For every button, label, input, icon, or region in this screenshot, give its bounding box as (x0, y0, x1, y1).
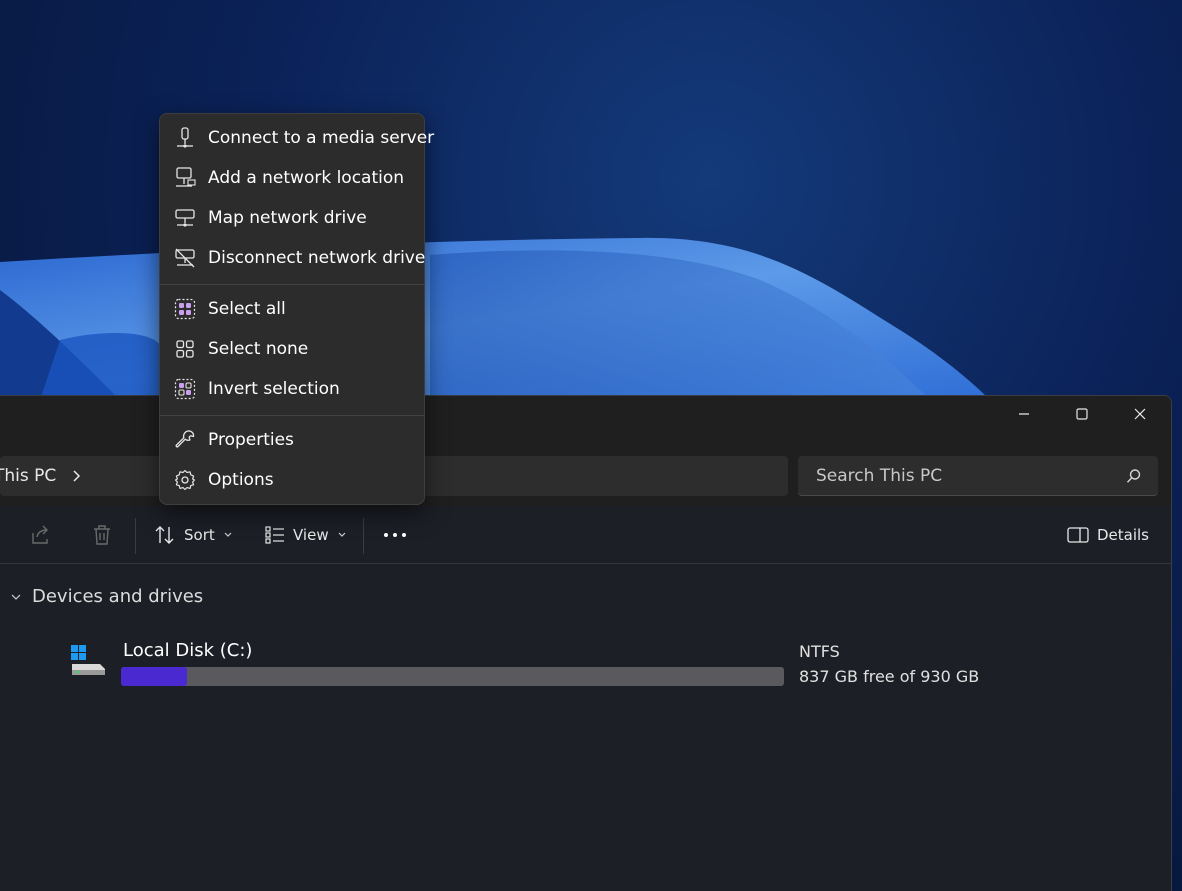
menu-item-label: Connect to a media server (208, 128, 435, 148)
maximize-button[interactable] (1053, 396, 1111, 432)
map-drive-icon (175, 209, 195, 227)
menu-item-add-network-location[interactable]: Add a network location (164, 160, 422, 196)
menu-item-select-none[interactable]: Select none (164, 331, 422, 367)
gear-icon (174, 469, 196, 491)
group-header-devices[interactable]: Devices and drives (10, 586, 203, 607)
toolbar-divider (135, 518, 136, 554)
chevron-down-icon (338, 532, 346, 537)
command-bar: Sort View Details (0, 506, 1171, 564)
share-icon (32, 525, 48, 544)
menu-item-label: Select all (208, 299, 286, 319)
sort-button[interactable]: Sort (154, 506, 233, 564)
trash-icon (94, 525, 110, 545)
view-button[interactable]: View (265, 506, 347, 564)
breadcrumb-this-pc[interactable]: This PC (0, 466, 56, 486)
see-more-menu: Connect to a media server Add a network … (159, 113, 434, 505)
chevron-down-icon (224, 532, 232, 537)
media-server-icon (177, 127, 193, 148)
menu-item-label: Select none (208, 339, 309, 359)
drive-usage-fill (121, 667, 188, 686)
windows-drive-icon[interactable] (70, 644, 106, 676)
maximize-icon (1076, 408, 1088, 420)
minimize-button[interactable] (995, 396, 1053, 432)
menu-separator (160, 284, 424, 285)
toolbar-divider (363, 518, 364, 554)
close-button[interactable] (1111, 396, 1169, 432)
menu-item-connect-media-server[interactable]: Connect to a media server (164, 120, 434, 156)
menu-item-map-network-drive[interactable]: Map network drive (164, 200, 422, 236)
select-all-icon (174, 298, 196, 320)
drive-usage-bar (121, 667, 784, 686)
drive-free-space: 837 GB free of 930 GB (799, 667, 980, 686)
menu-item-disconnect-network-drive[interactable]: Disconnect network drive (164, 240, 426, 276)
sort-label: Sort (184, 526, 215, 544)
group-title: Devices and drives (32, 586, 204, 607)
menu-item-label: Map network drive (208, 208, 367, 228)
details-pane-button[interactable]: Details (1067, 506, 1149, 564)
drive-name[interactable]: Local Disk (C:) (123, 640, 252, 661)
menu-item-select-all[interactable]: Select all (164, 291, 422, 327)
menu-item-invert-selection[interactable]: Invert selection (164, 371, 422, 407)
sort-icon (155, 526, 174, 544)
view-icon (265, 526, 284, 544)
menu-item-label: Invert selection (208, 379, 340, 399)
menu-separator (160, 415, 424, 416)
delete-button[interactable] (92, 506, 112, 564)
details-label: Details (1097, 526, 1150, 544)
menu-item-label: Options (208, 470, 274, 490)
details-pane-icon (1067, 527, 1089, 543)
menu-item-properties[interactable]: Properties (164, 422, 422, 458)
search-placeholder: Search This PC (816, 466, 943, 486)
content-pane: Devices and drives Local Disk (C:) NTFS … (0, 564, 1171, 891)
search-input[interactable]: Search This PC (798, 456, 1158, 496)
more-options-icon (384, 533, 406, 537)
view-label: View (293, 526, 329, 544)
network-location-icon (176, 167, 196, 187)
menu-item-label: Disconnect network drive (208, 248, 426, 268)
chevron-down-icon[interactable] (10, 592, 22, 602)
disconnect-drive-icon (175, 248, 195, 268)
invert-selection-icon (174, 378, 196, 400)
see-more-button[interactable] (383, 506, 407, 564)
wrench-icon (175, 430, 195, 448)
share-button[interactable] (30, 506, 52, 564)
menu-item-label: Add a network location (208, 168, 405, 188)
menu-item-options[interactable]: Options (164, 462, 422, 498)
close-icon (1134, 408, 1146, 420)
chevron-right-icon[interactable] (70, 469, 82, 483)
menu-item-label: Properties (208, 430, 294, 450)
search-icon[interactable] (1126, 468, 1142, 484)
drive-filesystem: NTFS (799, 642, 840, 661)
select-none-icon (176, 340, 194, 358)
minimize-icon (1019, 413, 1029, 415)
